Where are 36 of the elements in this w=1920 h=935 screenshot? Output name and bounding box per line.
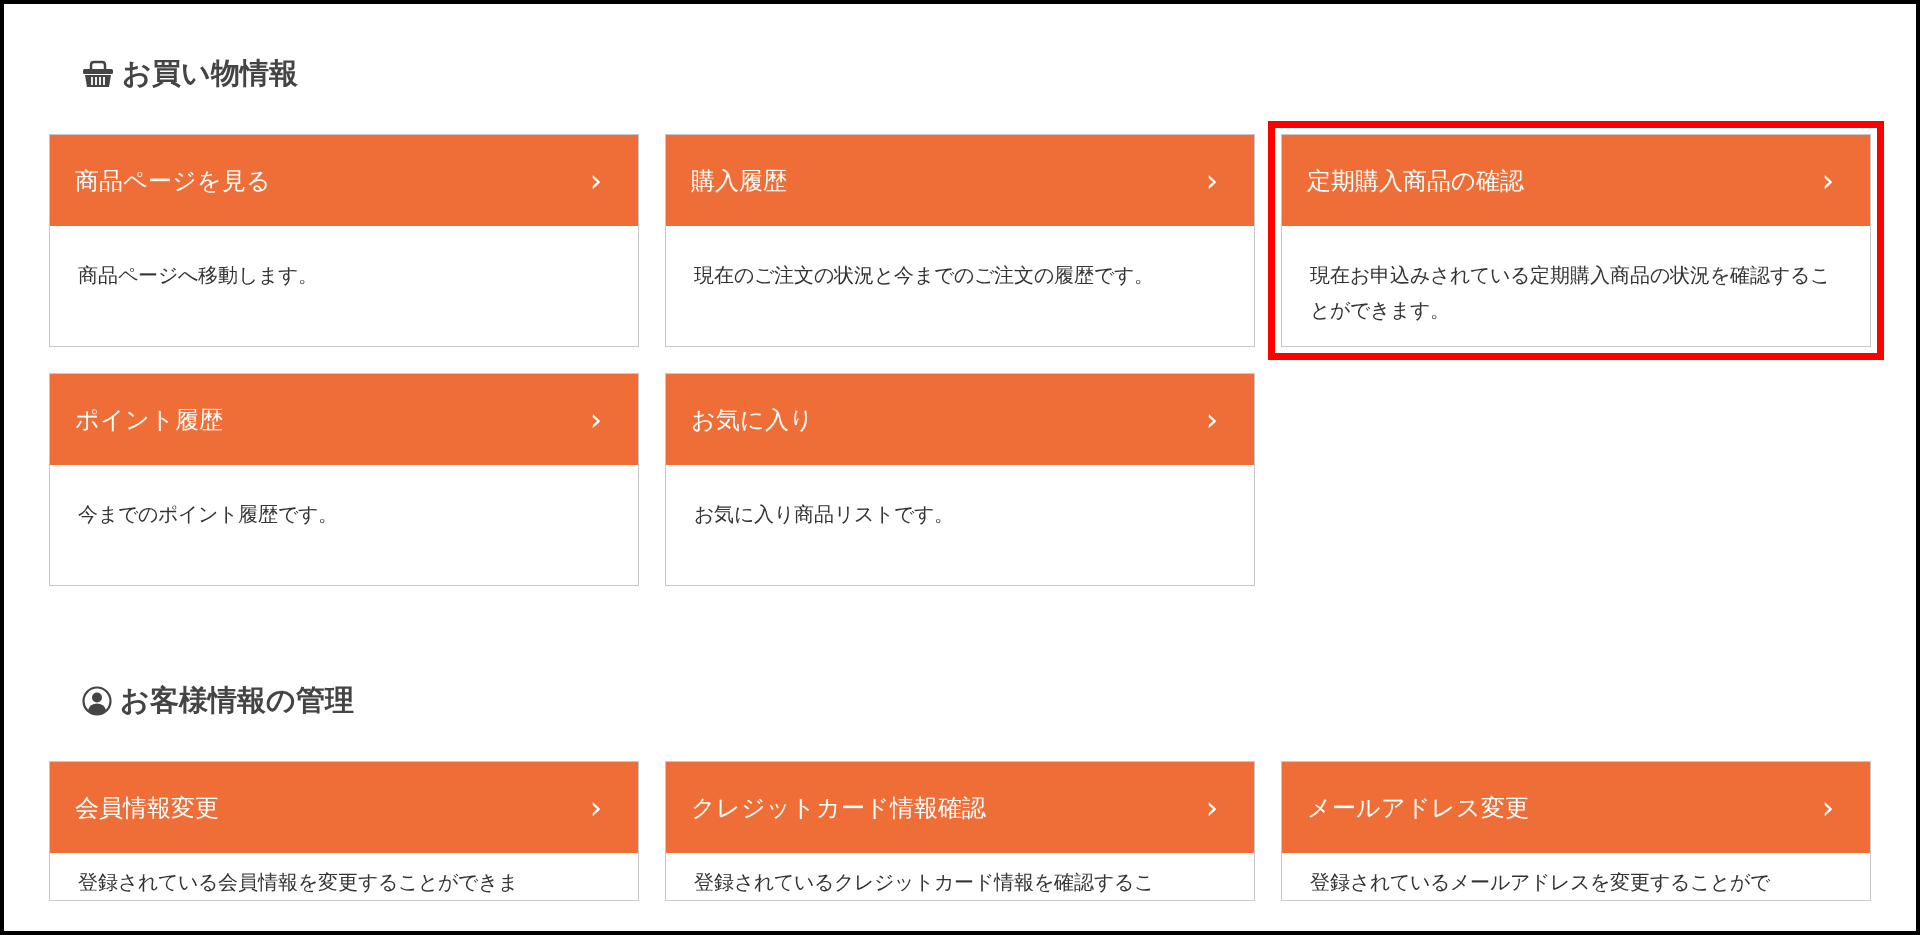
card-title: ポイント履歴 [75,404,223,436]
card-description: 登録されている会員情報を変更することができま [77,869,519,896]
section-heading: お買い物情報 [122,55,298,92]
chevron-icon: › [1822,163,1834,198]
chevron-icon: › [1206,163,1218,198]
card-description: 現在お申込みされている定期購入商品の状況を確認することができます。 [1309,262,1831,324]
basket-icon [82,60,114,88]
card-title: 商品ページを見る [75,165,271,197]
card-title: メールアドレス変更 [1307,792,1529,824]
menu-card[interactable]: 商品ページを見る › 商品ページへ移動します。 [49,134,639,347]
chevron-icon: › [1822,790,1834,825]
card-description: 現在のご注文の状況と今までのご注文の履歴です。 [693,262,1155,289]
card-description: お気に入り商品リストです。 [693,501,955,528]
chevron-icon: › [590,163,602,198]
chevron-icon: › [590,790,602,825]
menu-card[interactable]: メールアドレス変更 › 登録されているメールアドレスを変更することがで [1281,761,1871,901]
section-heading: お客様情報の管理 [120,682,354,719]
card-description: 商品ページへ移動します。 [77,262,319,289]
menu-card[interactable]: 購入履歴 › 現在のご注文の状況と今までのご注文の履歴です。 [665,134,1255,347]
chevron-icon: › [1206,402,1218,437]
menu-card[interactable]: お気に入り › お気に入り商品リストです。 [665,373,1255,586]
card-description: 登録されているメールアドレスを変更することがで [1309,869,1771,896]
chevron-icon: › [590,402,602,437]
menu-card[interactable]: クレジットカード情報確認 › 登録されているクレジットカード情報を確認するこ [665,761,1255,901]
menu-card[interactable]: ポイント履歴 › 今までのポイント履歴です。 [49,373,639,586]
card-title: クレジットカード情報確認 [691,792,986,824]
chevron-icon: › [1206,790,1218,825]
menu-card[interactable]: 定期購入商品の確認 › 現在お申込みされている定期購入商品の状況を確認することができます。 [1281,134,1871,347]
card-title: 会員情報変更 [75,792,219,824]
card-description: 登録されているクレジットカード情報を確認するこ [693,869,1155,896]
card-description: 今までのポイント履歴です。 [77,501,339,528]
card-title: お気に入り [691,404,814,436]
menu-card[interactable]: 会員情報変更 › 登録されている会員情報を変更することができま [49,761,639,901]
card-title: 定期購入商品の確認 [1307,165,1524,197]
user-icon [82,686,112,716]
card-title: 購入履歴 [691,165,787,197]
